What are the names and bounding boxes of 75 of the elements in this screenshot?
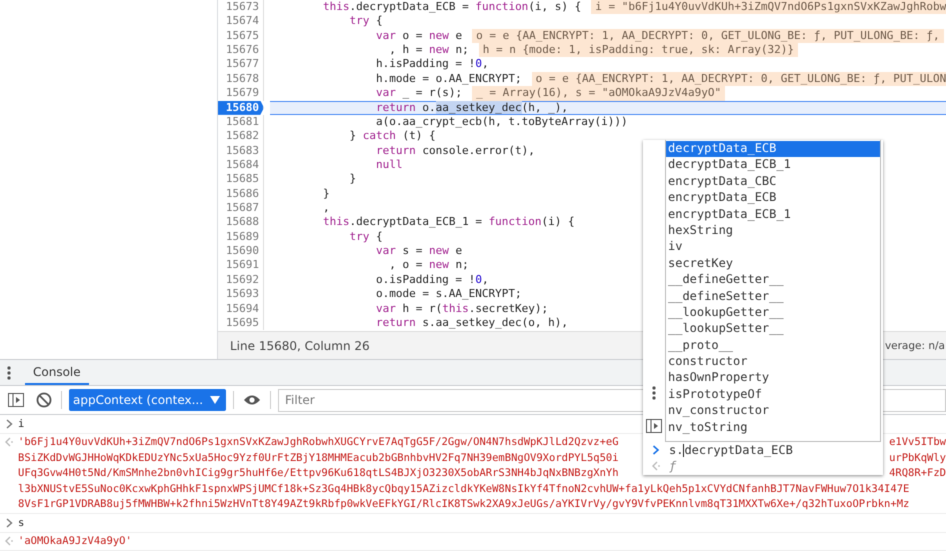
more-icon[interactable]	[7, 366, 11, 380]
string-result: 'aOMOkaA9JzV4a9yO'	[18, 535, 132, 548]
console-tab[interactable]: Console	[25, 360, 89, 385]
code-line: var _ = r(s);	[374, 86, 462, 101]
suggestion-item[interactable]: secretKey	[666, 256, 880, 272]
suggestion-item[interactable]: constructor	[666, 354, 880, 370]
inline-value: _ = Array(16), s = "aOMOkaA9JzV4a9yO"	[472, 86, 726, 101]
eye-icon[interactable]	[243, 394, 261, 406]
code-line: h.mode = o.AA_ENCRYPT;	[374, 72, 522, 86]
sidebar-icon[interactable]	[8, 393, 24, 407]
code-line: }	[322, 186, 330, 202]
code-line: null	[374, 158, 402, 172]
suggestion-item[interactable]: hasOwnProperty	[666, 370, 880, 387]
prompt-chevron-icon	[6, 418, 12, 429]
more-icon[interactable]	[652, 386, 656, 400]
code-line: try {	[348, 14, 383, 29]
suggestion-item[interactable]: nv_toString	[666, 420, 880, 436]
result-arrow-icon	[5, 437, 13, 448]
suggestion-item[interactable]: __lookupSetter__	[666, 321, 880, 338]
code-line: return s.aa_setkey_dec(o, h),	[374, 316, 568, 330]
suggestion-item[interactable]: decryptData_ECB_1	[666, 157, 880, 174]
suggestion-item[interactable]: __proto__	[666, 338, 880, 354]
console-command: s	[18, 516, 24, 529]
suggestion-item[interactable]: __lookupGetter__	[666, 304, 880, 322]
code-line: }	[348, 172, 356, 187]
context-dropdown[interactable]: appContext (contex...	[69, 389, 226, 411]
code-line: var o = new e	[374, 28, 462, 44]
code-line: var s = new e	[374, 244, 462, 258]
console-input[interactable]: s.decryptData_ECB	[669, 442, 793, 458]
code-line: return console.error(t),	[374, 144, 535, 158]
suggestion-item[interactable]: encryptData_ECB_1	[666, 206, 880, 223]
prompt-chevron-icon	[651, 445, 661, 455]
code-line: , o = new n;	[388, 258, 469, 273]
code-line: , h = new n;	[388, 43, 469, 58]
string-result: urPbKqWly	[889, 452, 946, 464]
code-line: o.isPadding = !0,	[374, 272, 489, 288]
eager-preview: ƒ	[669, 459, 676, 473]
suggestion-item[interactable]: decryptData_ECB	[666, 141, 880, 158]
code-line: a(o.aa_crypt_ecb(h, t.toByteArray(i)))	[374, 114, 628, 130]
caret-icon	[210, 396, 220, 404]
code-line: try {	[348, 230, 383, 244]
inline-value: i = "b6Fj1u4Y0uvVdKUh+3iZmQV7ndO6Ps1gxnSVxKZawJghRobw	[591, 0, 946, 14]
string-result: UFq3Gvw4H0t5Nd/KmSMnhe2bn0vhICig9gr5huHf6e/Ettpv96Ku618qtLS4BJXjO3230X5obARrS3NH4bJqNxBNBzgXnYh	[18, 467, 619, 480]
string-result: 'b6Fj1u4Y0uvVdKUh+3iZmQV7ndO6Ps1gxnSVxKZawJghRobwhXUGCYrvE7AqTgG5F/2Ggw/ON4N7hsdWpKJlLd2Qzvz+eG	[18, 436, 619, 448]
sidebar-icon[interactable]	[646, 419, 662, 433]
suggestion-item[interactable]: isPrototypeOf	[666, 386, 880, 404]
string-result: 8VsF1rGP1VDRAB8uj5fMWHBW+k2fhni5WzHVnTt8Y49AZt9kRbfp0wkVeEFkYGI/RlcIK8TSwk2XA9xJeUGs/aYKIVrVy/gvY9VfvPEKnnlvm8qT31MXXTw6Xe+/q32hTuxoOPrbkn+Mz	[18, 498, 910, 510]
suggestion-item[interactable]: hexString	[666, 222, 880, 240]
console-command: i	[18, 418, 24, 430]
string-result: 4RQ8R+FzD	[889, 467, 946, 480]
code-line: ,	[322, 201, 330, 216]
cursor-position: Line 15680, Column 26	[230, 338, 370, 353]
code-line: o.mode = s.AA_ENCRYPT;	[374, 287, 522, 302]
inline-value: h = n {mode: 1, isPadding: true, sk: Array(32)}	[478, 43, 798, 58]
suggestion-item[interactable]: encryptData_ECB	[666, 190, 880, 207]
clear-icon[interactable]	[36, 392, 52, 408]
inline-value: o = e {AA_ENCRYPT: 1, AA_DECRYPT: 0, GET_ULONG_BE: ƒ, PUT_ULONG_BE: ƒ,	[472, 28, 944, 44]
line-number[interactable]: 15680	[218, 100, 264, 115]
suggestion-item[interactable]: __defineSetter__	[666, 288, 880, 305]
prompt-chevron-icon	[6, 518, 12, 528]
inline-value: o = e {AA_ENCRYPT: 1, AA_DECRYPT: 0, GET_ULONG_BE: ƒ, PUT_ULON	[532, 72, 946, 86]
code-line: var h = r(this.secretKey);	[374, 302, 548, 316]
string-result: BSiZKdDvWGJHHoWqKDkEDUzYNc5xUa5Hoc9Yzf0UrFtZBjY18MHMEacub2bGBnhbvHV2Fq7NH39emBNgOV9XordPYL5q50i	[18, 452, 619, 464]
code-line: h.isPadding = !0,	[374, 57, 489, 72]
result-arrow-icon	[651, 461, 661, 471]
suggestion-item[interactable]: encryptData_CBC	[666, 174, 880, 190]
result-arrow-icon	[5, 536, 13, 546]
suggestion-item[interactable]: iv	[666, 239, 880, 256]
coverage-text: verage: n/a	[884, 340, 946, 352]
code-line: } catch (t) {	[348, 129, 436, 144]
suggestion-item[interactable]: __defineGetter__	[666, 272, 880, 289]
code-line: this.decryptData_ECB_1 = function(i) {	[322, 215, 575, 230]
string-result: e1Vv5ITbw	[889, 436, 946, 448]
code-line: this.decryptData_ECB = function(i, s) {	[322, 0, 582, 14]
string-result: l3bXNUStvE5SuNoc0KcxwKphGHhkF1spnxWPSjUMCf18k+Sz3Gq4HBk8ycQbqy15AZizcldkYKeW8NsIkYf4TfnoN2cvhUW+fa1yLkQeh5p1xCVYdCNfanhBJT7NavFWHuw7O1k34I47E	[18, 482, 910, 495]
